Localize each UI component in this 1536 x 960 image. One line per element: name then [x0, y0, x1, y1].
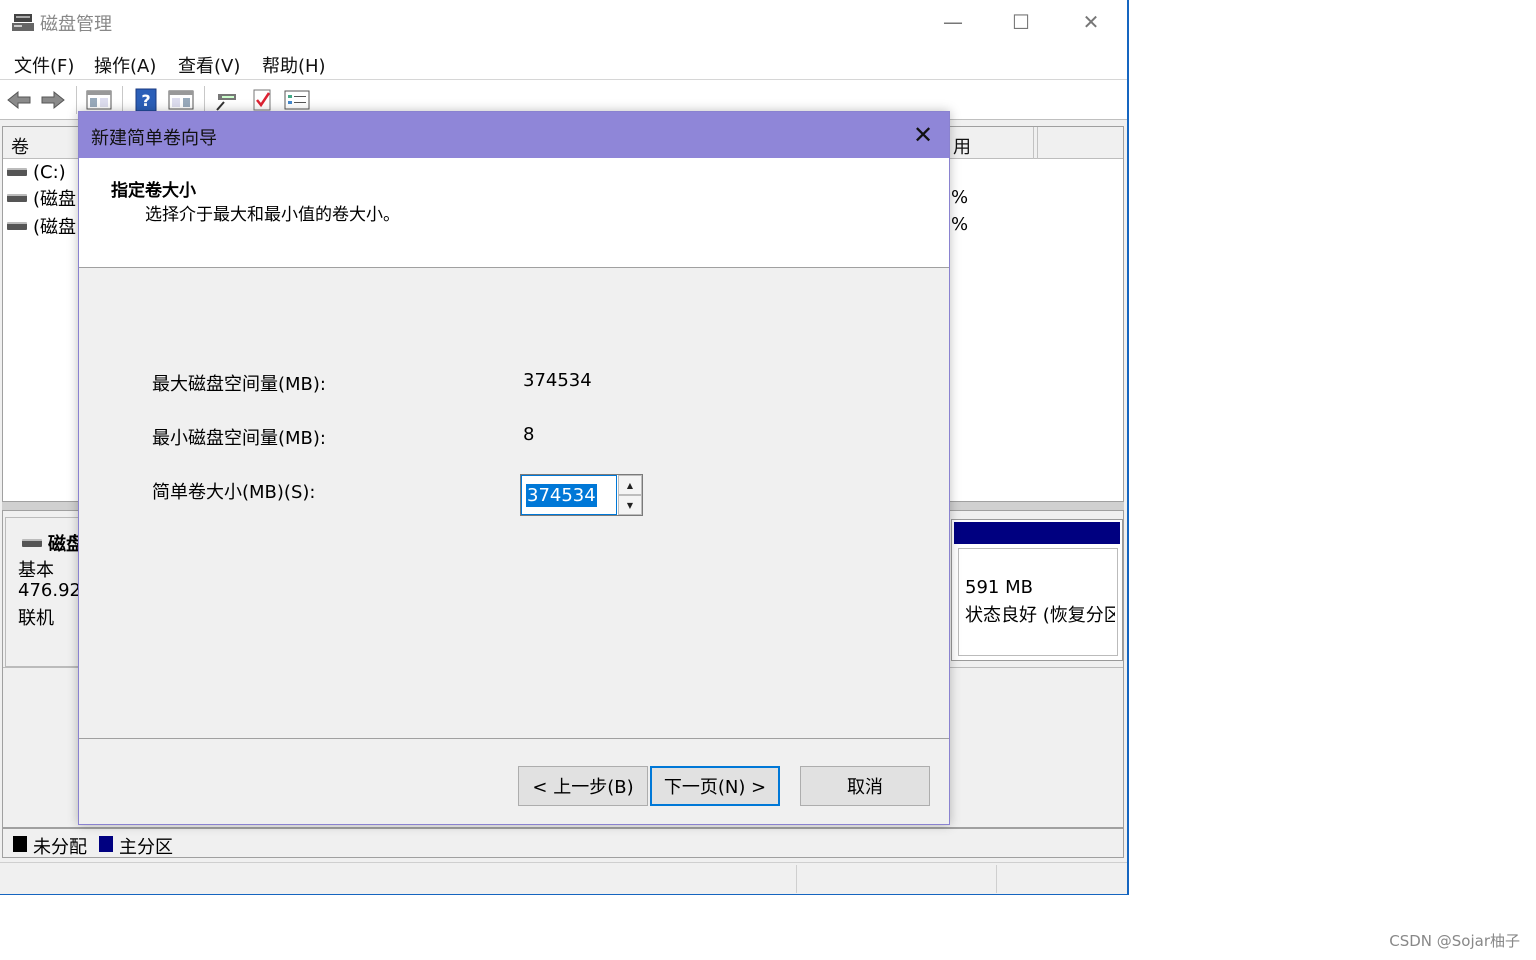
- legend-swatch-unallocated: [13, 836, 27, 852]
- volume-name: (磁盘: [33, 189, 77, 210]
- volume-row[interactable]: (C:): [7, 159, 66, 185]
- help-icon[interactable]: ?: [134, 88, 160, 112]
- wizard-header: 指定卷大小 选择介于最大和最小值的卷大小。: [79, 158, 949, 268]
- menu-help[interactable]: 帮助(H): [262, 52, 326, 78]
- back-arrow-icon[interactable]: [6, 88, 32, 112]
- disk-status: 联机: [18, 608, 54, 629]
- wizard-title: 新建简单卷向导: [91, 128, 217, 149]
- wizard-heading: 指定卷大小: [111, 181, 196, 201]
- volume-name: (C:): [33, 161, 66, 183]
- volume-percent: %: [951, 187, 969, 208]
- volume-row[interactable]: (磁盘: [7, 213, 76, 239]
- menu-bar: 文件(F) 操作(A) 查看(V) 帮助(H): [0, 44, 1127, 80]
- partition-body: 591 MB 状态良好 (恢复分区: [958, 548, 1118, 656]
- minimize-button[interactable]: —: [928, 6, 978, 38]
- connect-icon[interactable]: [214, 88, 240, 112]
- volume-row[interactable]: (磁盘: [7, 185, 76, 211]
- window-title: 磁盘管理: [40, 14, 112, 35]
- title-bar: 磁盘管理 — ☐ ✕: [0, 0, 1127, 44]
- volume-size-stepper: 374534 ▲ ▼: [520, 474, 643, 516]
- drive-icon: [7, 168, 27, 176]
- new-simple-volume-wizard: 新建简单卷向导 ✕ 指定卷大小 选择介于最大和最小值的卷大小。 最大磁盘空间量(…: [78, 111, 950, 825]
- cancel-button[interactable]: 取消: [800, 766, 930, 806]
- next-button[interactable]: 下一页(N) >: [650, 766, 780, 806]
- disk-management-icon: [12, 14, 34, 31]
- forward-arrow-icon[interactable]: [40, 88, 66, 112]
- volume-size-input[interactable]: 374534: [521, 475, 617, 515]
- action-pane-icon[interactable]: [168, 88, 194, 112]
- wizard-subheading: 选择介于最大和最小值的卷大小。: [145, 205, 400, 225]
- menu-file[interactable]: 文件(F): [14, 52, 74, 78]
- status-bar: [0, 862, 1127, 894]
- disk-size: 476.92: [18, 580, 81, 601]
- partition-size: 591 MB: [965, 577, 1033, 598]
- legend-label-primary: 主分区: [119, 837, 173, 858]
- console-tree-icon[interactable]: [86, 88, 112, 112]
- min-space-value: 8: [523, 424, 535, 445]
- svg-text:?: ?: [141, 91, 150, 110]
- watermark: CSDN @Sojar柚子: [1389, 932, 1520, 950]
- disk-type: 基本: [18, 560, 54, 581]
- wizard-title-bar: 新建简单卷向导 ✕: [79, 112, 949, 158]
- spin-down-button[interactable]: ▼: [618, 495, 642, 515]
- wizard-close-button[interactable]: ✕: [905, 118, 941, 152]
- menu-view[interactable]: 查看(V): [178, 52, 240, 78]
- max-space-label: 最大磁盘空间量(MB):: [152, 374, 326, 395]
- min-space-label: 最小磁盘空间量(MB):: [152, 428, 326, 449]
- disk-icon: [22, 539, 42, 547]
- check-icon[interactable]: [250, 88, 276, 112]
- legend-swatch-primary: [99, 836, 113, 852]
- volume-name: (磁盘: [33, 217, 77, 238]
- maximize-button[interactable]: ☐: [996, 6, 1046, 38]
- menu-action[interactable]: 操作(A): [94, 52, 156, 78]
- back-button[interactable]: < 上一步(B): [518, 766, 648, 806]
- legend: 未分配 主分区: [2, 828, 1124, 858]
- drive-icon: [7, 222, 27, 230]
- legend-label-unallocated: 未分配: [33, 837, 87, 858]
- properties-icon[interactable]: [284, 88, 310, 112]
- volume-size-label: 简单卷大小(MB)(S):: [152, 482, 316, 503]
- recovery-partition[interactable]: 591 MB 状态良好 (恢复分区: [951, 519, 1123, 661]
- primary-partition-bar: [954, 522, 1120, 544]
- wizard-divider: [79, 738, 949, 739]
- column-used[interactable]: 用: [953, 133, 971, 159]
- volume-percent: %: [951, 214, 969, 235]
- drive-icon: [7, 194, 27, 202]
- max-space-value: 374534: [523, 370, 592, 391]
- partition-status: 状态良好 (恢复分区: [965, 605, 1115, 626]
- column-volume[interactable]: 卷: [11, 133, 29, 159]
- close-button[interactable]: ✕: [1066, 6, 1116, 38]
- spin-up-button[interactable]: ▲: [618, 475, 642, 495]
